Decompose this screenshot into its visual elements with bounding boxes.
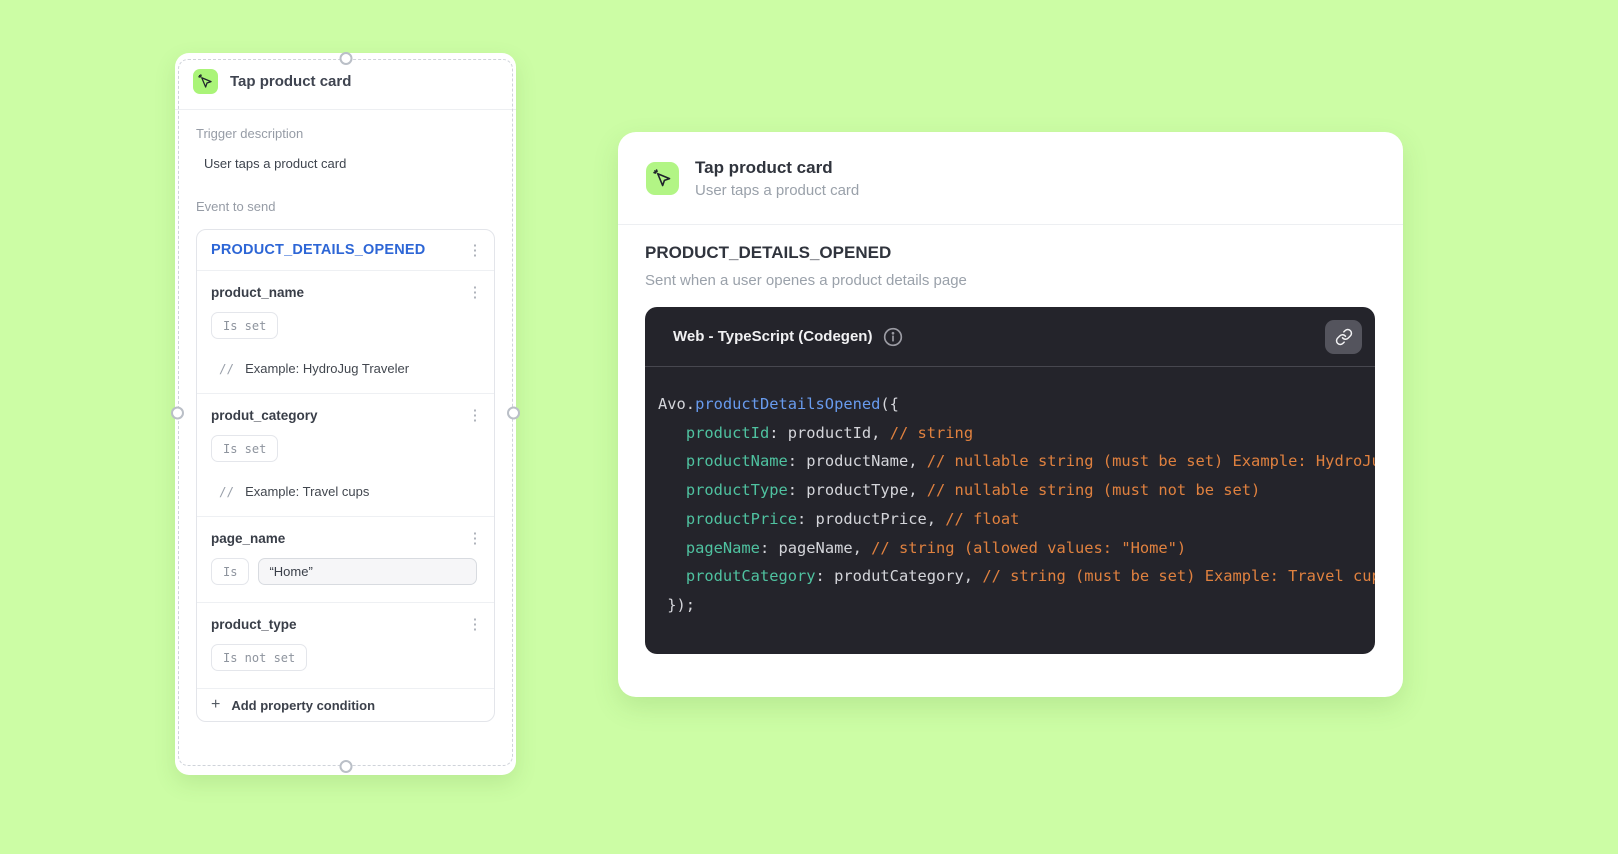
plus-icon: + — [211, 696, 221, 713]
example-text: Example: Travel cups — [245, 484, 370, 499]
event-description: Sent when a user openes a product detail… — [645, 272, 967, 289]
trigger-card-title: Tap product card — [230, 73, 352, 90]
link-icon — [1335, 328, 1352, 346]
property-name: produt_category — [211, 408, 318, 423]
details-title: Tap product card — [695, 157, 833, 177]
add-property-condition-button[interactable]: + Add property condition — [197, 688, 494, 721]
property-condition-row: produt_category ⋮ Is set // Example: Travel … — [197, 393, 494, 516]
condition-chip[interactable]: Is set — [211, 312, 279, 339]
event-condition-box: PRODUCT_DETAILS_OPENED ⋮ product_name ⋮ Is… — [196, 229, 495, 722]
tap-cursor-icon — [193, 69, 218, 94]
trigger-card-body: Trigger description User taps a product … — [175, 110, 516, 722]
kebab-menu-icon[interactable]: ⋮ — [466, 531, 484, 546]
copy-link-button[interactable] — [1325, 320, 1362, 354]
property-name: product_name — [211, 285, 305, 300]
condition-value-input[interactable]: “Home” — [258, 558, 478, 585]
kebab-menu-icon[interactable]: ⋮ — [466, 617, 484, 632]
resize-handle-right[interactable] — [507, 406, 520, 419]
event-to-send-label: Event to send — [196, 199, 276, 214]
code-line: pageName: pageName, // string (allowed v… — [685, 538, 1187, 557]
trigger-card: Tap product card Trigger description Use… — [171, 52, 520, 775]
code-line: productType: productType, // nullable st… — [685, 481, 1261, 500]
event-details-panel: Tap product card User taps a product car… — [618, 132, 1403, 697]
condition-chip[interactable]: Is not set — [211, 644, 308, 671]
kebab-menu-icon[interactable]: ⋮ — [466, 408, 484, 423]
trigger-description-label: Trigger description — [196, 126, 304, 141]
property-name: product_type — [211, 617, 297, 632]
code-line: productName: productName, // nullable st… — [685, 452, 1375, 471]
code-line: productId: productId, // string — [685, 423, 974, 442]
property-name: page_name — [211, 531, 286, 546]
condition-chip[interactable]: Is — [211, 558, 250, 585]
code-text: Avo.productDetailsOpened({ productId: pr… — [645, 367, 1375, 654]
kebab-menu-icon[interactable]: ⋮ — [466, 285, 484, 300]
comment-slashes: // — [219, 484, 235, 499]
tap-cursor-icon — [646, 161, 679, 195]
kebab-menu-icon[interactable]: ⋮ — [466, 243, 484, 258]
property-condition-row: page_name ⋮ Is “Home” — [197, 516, 494, 602]
code-line: productPrice: productPrice, // float — [685, 509, 1020, 528]
resize-handle-top[interactable] — [339, 52, 352, 65]
property-condition-row: product_type ⋮ Is not set — [197, 602, 494, 688]
example-text: Example: HydroJug Traveler — [245, 361, 410, 376]
code-line: Avo.productDetailsOpened({ — [658, 395, 899, 413]
info-icon[interactable] — [883, 327, 903, 347]
code-snippet-header: Web - TypeScript (Codegen) — [645, 307, 1375, 367]
event-name-link[interactable]: PRODUCT_DETAILS_OPENED — [211, 242, 425, 258]
property-example: // Example: HydroJug Traveler — [211, 361, 484, 376]
resize-handle-left[interactable] — [171, 406, 184, 419]
condition-chip[interactable]: Is set — [211, 435, 279, 462]
details-subtitle: User taps a product card — [695, 181, 860, 199]
event-header-row: PRODUCT_DETAILS_OPENED ⋮ — [197, 230, 494, 270]
property-example: // Example: Travel cups — [211, 484, 484, 499]
event-name-heading: PRODUCT_DETAILS_OPENED — [645, 243, 892, 262]
code-line: }); — [658, 595, 696, 614]
resize-handle-bottom[interactable] — [339, 760, 352, 773]
comment-slashes: // — [219, 361, 235, 376]
code-line: produtCategory: produtCategory, // strin… — [685, 567, 1375, 586]
trigger-description-text[interactable]: User taps a product card — [196, 156, 495, 171]
code-snippet-block: Web - TypeScript (Codegen) Avo.productDe… — [645, 307, 1375, 654]
property-condition-row: product_name ⋮ Is set // Example: HydroJug T… — [197, 270, 494, 393]
add-property-condition-label: Add property condition — [231, 697, 376, 713]
property-conditions-list: product_name ⋮ Is set // Example: HydroJug T… — [197, 270, 494, 688]
details-body: PRODUCT_DETAILS_OPENED Sent when a user … — [618, 225, 1403, 654]
code-source-label: Web - TypeScript (Codegen) — [673, 328, 873, 345]
details-header: Tap product card User taps a product car… — [618, 132, 1403, 225]
